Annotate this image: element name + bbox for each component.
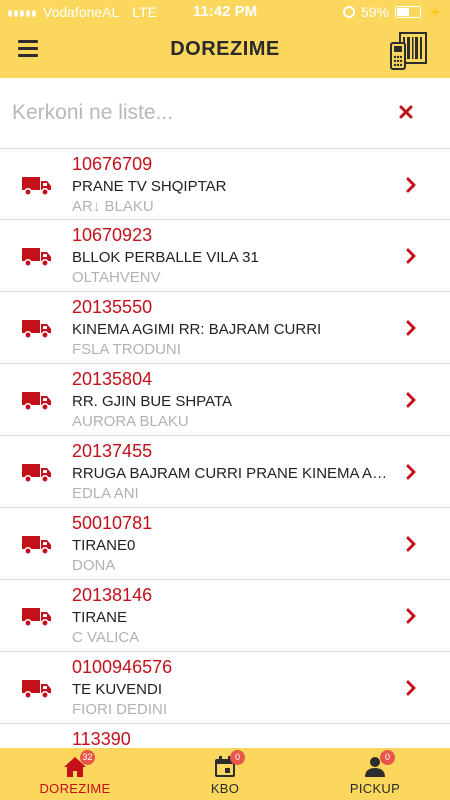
tab-label: KBO — [210, 781, 240, 796]
delivery-code: 20138146 — [72, 585, 153, 605]
delivery-row[interactable]: 20137455 RRUGA BAJRAM CURRI PRANE KINEMA … — [0, 436, 450, 508]
truck-icon — [22, 390, 52, 412]
tab-badge: 0 — [230, 750, 245, 765]
delivery-code: 20135804 — [72, 369, 153, 389]
chevron-right-icon — [406, 608, 416, 624]
chevron-right-icon — [406, 320, 416, 336]
barcode-scanner-icon[interactable] — [388, 29, 430, 71]
truck-icon — [22, 318, 52, 340]
truck-icon — [22, 175, 52, 197]
delivery-client: EDLA ANI — [72, 485, 139, 501]
close-icon[interactable] — [398, 104, 414, 120]
chevron-right-icon — [406, 464, 416, 480]
delivery-address: KINEMA AGIMI RR: BAJRAM CURRI — [72, 321, 322, 338]
delivery-code: 10670923 — [72, 225, 153, 245]
tab-kbo[interactable]: 0 KBO — [150, 748, 300, 800]
delivery-row[interactable]: 20138146 TIRANE C VALICA — [0, 580, 450, 652]
delivery-row[interactable]: 0100946576 TE KUVENDI FIORI DEDINI — [0, 652, 450, 724]
truck-icon — [22, 606, 52, 628]
bottom-tab-bar: 32 DOREZIME 0 KBO 0 PICKUP — [0, 748, 450, 800]
delivery-code: 10676709 — [72, 154, 153, 174]
delivery-address: BLLOK PERBALLE VILA 31 — [72, 249, 259, 266]
truck-icon — [22, 462, 52, 484]
delivery-row[interactable]: 50010781 TIRANE0 DONA — [0, 508, 450, 580]
tab-label: PICKUP — [349, 781, 401, 796]
delivery-address: TIRANE0 — [72, 537, 136, 554]
tab-label: DOREZIME — [39, 781, 111, 796]
delivery-address: RR. GJIN BUE SHPATA — [72, 393, 233, 410]
delivery-code: 113390 — [72, 729, 131, 748]
delivery-client: AR↓ BLAKU — [72, 198, 154, 214]
chevron-right-icon — [406, 248, 416, 264]
truck-icon — [22, 534, 52, 556]
delivery-address: TIRANE — [72, 609, 128, 626]
battery-percent: 59% — [361, 4, 390, 20]
tab-dorezime[interactable]: 32 DOREZIME — [0, 748, 150, 800]
page-title: DOREZIME — [170, 38, 280, 60]
battery-info: 59% ⚡ — [343, 4, 442, 20]
tab-badge: 32 — [80, 750, 95, 765]
delivery-row[interactable]: 20135550 KINEMA AGIMI RR: BAJRAM CURRI FSL… — [0, 292, 450, 364]
chevron-right-icon — [406, 536, 416, 552]
alarm-icon — [343, 6, 356, 18]
chevron-right-icon — [406, 392, 416, 408]
delivery-list: 10676709 PRANE TV SHQIPTAR AR↓ BLAKU 106709… — [0, 148, 450, 748]
delivery-client: AURORA BLAKU — [72, 413, 189, 429]
delivery-client: OLTAHVENV — [72, 269, 161, 285]
truck-icon — [22, 246, 52, 268]
delivery-address: PRANE TV SHQIPTAR — [72, 178, 227, 195]
delivery-row[interactable]: 10676709 PRANE TV SHQIPTAR AR↓ BLAKU — [0, 148, 450, 220]
delivery-address: TE KUVENDI — [72, 681, 163, 698]
delivery-row[interactable]: 113390 — [0, 724, 450, 748]
delivery-client: C VALICA — [72, 629, 140, 645]
status-bar: VodafoneAL LTE 11:42 PM 59% ⚡ — [0, 0, 450, 24]
battery-icon — [395, 6, 422, 18]
delivery-row[interactable]: 20135804 RR. GJIN BUE SHPATA AURORA BLAKU — [0, 364, 450, 436]
search-input[interactable] — [12, 98, 382, 128]
delivery-code: 50010781 — [72, 513, 153, 533]
charging-icon: ⚡ — [427, 5, 442, 19]
app-header: VodafoneAL LTE 11:42 PM 59% ⚡ DOREZIME — [0, 0, 450, 78]
delivery-client: FIORI DEDINI — [72, 701, 168, 717]
delivery-address: RRUGA BAJRAM CURRI PRANE KINEMA AGIMI — [72, 465, 394, 482]
search-bar — [0, 78, 450, 148]
tab-pickup[interactable]: 0 PICKUP — [300, 748, 450, 800]
delivery-code: 0100946576 — [72, 657, 173, 677]
delivery-row[interactable]: 10670923 BLLOK PERBALLE VILA 31 OLTAHVENV — [0, 220, 450, 292]
chevron-right-icon — [406, 177, 416, 193]
tab-badge: 0 — [380, 750, 395, 765]
delivery-client: FSLA TRODUNI — [72, 341, 181, 357]
delivery-code: 20137455 — [72, 441, 153, 461]
chevron-right-icon — [406, 680, 416, 696]
truck-icon — [22, 678, 52, 700]
delivery-code: 20135550 — [72, 297, 153, 317]
delivery-client: DONA — [72, 557, 116, 573]
